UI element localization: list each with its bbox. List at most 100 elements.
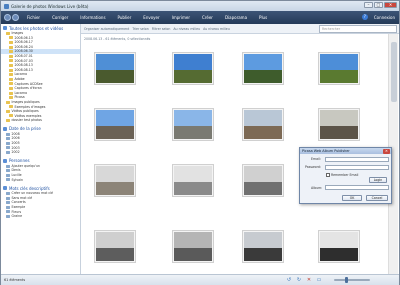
connexion-link[interactable]: Connexion [374,15,395,20]
title-bar: Galerie de photos Windows Live (bêta) – … [1,1,399,11]
photo-thumbnail[interactable] [242,230,284,263]
tag-icon [6,164,10,168]
status-bar: 61 éléments ↺ ↻ ✕ ▭ [1,274,399,285]
crumb-organize[interactable]: Organiser automatiquement [84,27,129,31]
folder-icon [9,54,13,58]
delete-icon[interactable]: ✕ [306,277,312,283]
photo-thumbnail[interactable] [318,108,360,141]
sidebar-item[interactable]: Sylvain [1,178,80,183]
menu-informations[interactable]: Informations [75,13,110,22]
sidebar-section-title: Mots clés descriptifs [9,185,50,191]
menu-imprimer[interactable]: Imprimer [167,13,195,22]
folder-icon [9,77,13,81]
folder-icon [9,86,13,90]
obelisk-photo-1 [96,166,134,195]
tag-icon [6,196,10,200]
album-select[interactable] [325,185,389,190]
remember-email-label: Remember Email [331,173,359,177]
content-header: 2008.06.13 - 61 éléments, 0 sélectionnés [84,37,151,41]
crumb-level-2[interactable]: Au niveau milieu [203,27,230,31]
folder-icon [6,109,10,113]
tag-icon [6,146,10,150]
section-icon [3,186,7,191]
cancel-button[interactable]: Cancel [366,195,388,201]
tag-icon [6,205,10,209]
canal-photo-1 [96,54,134,83]
sidebar-item[interactable]: Graine [1,214,80,219]
photo-thumbnail[interactable] [94,108,136,141]
sidebar-item-label: 2002 [11,150,20,155]
photo-thumbnail[interactable] [94,164,136,197]
folder-icon [9,45,13,49]
folder-icon [6,119,10,123]
photo-thumbnail[interactable] [172,230,214,263]
menu-plus[interactable]: Plus [254,13,272,22]
window-title: Galerie de photos Windows Live (bêta) [11,3,89,9]
sidebar-item-label: Graine [11,214,23,219]
folder-icon [9,50,13,54]
help-icon[interactable]: ? [361,14,368,20]
dialog-title: Picasa Web Album Publisher [300,148,391,154]
tag-icon [6,214,10,218]
tag-icon [6,173,10,177]
tag-icon [6,141,10,145]
dialog-close-button[interactable]: ✕ [383,148,390,154]
folder-icon [9,105,13,109]
menu-fichier[interactable]: Fichier [22,13,45,22]
menu-bar: Fichier Corriger Informations Publier En… [1,11,399,24]
tag-icon [6,192,10,196]
minimize-button[interactable]: – [364,2,373,8]
scrollbar-thumb[interactable] [391,42,397,102]
sidebar-item[interactable]: dossier test photos [1,118,80,123]
login-button[interactable]: Login [369,177,387,183]
zoom-slider-knob[interactable] [345,277,348,283]
menu-corriger[interactable]: Corriger [47,13,73,22]
graffiti-photo-2 [244,166,282,195]
arcade-photo-1 [320,110,358,139]
photo-thumbnail[interactable] [318,52,360,85]
church-photo-1 [96,110,134,139]
crumb-filter[interactable]: Filtrer selon [152,27,171,31]
close-button[interactable]: ✕ [384,2,397,8]
password-field[interactable] [325,165,389,170]
forward-button[interactable] [12,14,19,21]
toolbar-row: Organiser automatiquement Trier selon Fi… [81,24,399,34]
house-photo-1 [244,54,282,83]
rotate-left-icon[interactable]: ↺ [286,277,292,283]
photo-thumbnail[interactable] [242,52,284,85]
tag-icon [6,201,10,205]
email-field[interactable] [325,157,389,162]
sidebar-item[interactable]: 2002 [1,150,80,155]
photo-thumbnail[interactable] [94,230,136,263]
photo-thumbnail[interactable] [172,108,214,141]
photo-thumbnail[interactable] [172,164,214,197]
menu-creer[interactable]: Créer [197,13,218,22]
search-input[interactable]: Rechercher [319,25,397,33]
menu-publier[interactable]: Publier [113,13,137,22]
item-count: 61 éléments [4,278,26,282]
tunnel-photo-1 [96,232,134,261]
folder-icon [9,96,13,100]
ok-button[interactable]: OK [342,195,362,201]
photo-thumbnail[interactable] [242,164,284,197]
tag-icon [6,169,10,173]
remember-email-checkbox[interactable] [326,173,330,177]
zoom-slider[interactable] [334,277,370,283]
rotate-right-icon[interactable]: ↻ [296,277,302,283]
tag-icon [6,210,10,214]
crumb-level-1[interactable]: Au niveau milieu [173,27,200,31]
email-label: Email: [311,157,321,161]
photo-thumbnail[interactable] [318,230,360,263]
photo-thumbnail[interactable] [94,52,136,85]
slideshow-icon[interactable]: ▭ [316,277,322,283]
menu-envoyer[interactable]: Envoyer [138,13,164,22]
folder-icon [9,73,13,77]
photo-thumbnail[interactable] [172,52,214,85]
photo-thumbnail[interactable] [242,108,284,141]
crumb-sort[interactable]: Trier selon [132,27,148,31]
back-button[interactable] [4,14,11,21]
maximize-button[interactable]: □ [374,2,383,8]
sidebar-item-label: Sylvain [11,177,24,182]
menu-diaporama[interactable]: Diaporama [220,13,252,22]
navigation-pane: Toutes les photos et vidéos Images 2008.06… [1,24,81,274]
